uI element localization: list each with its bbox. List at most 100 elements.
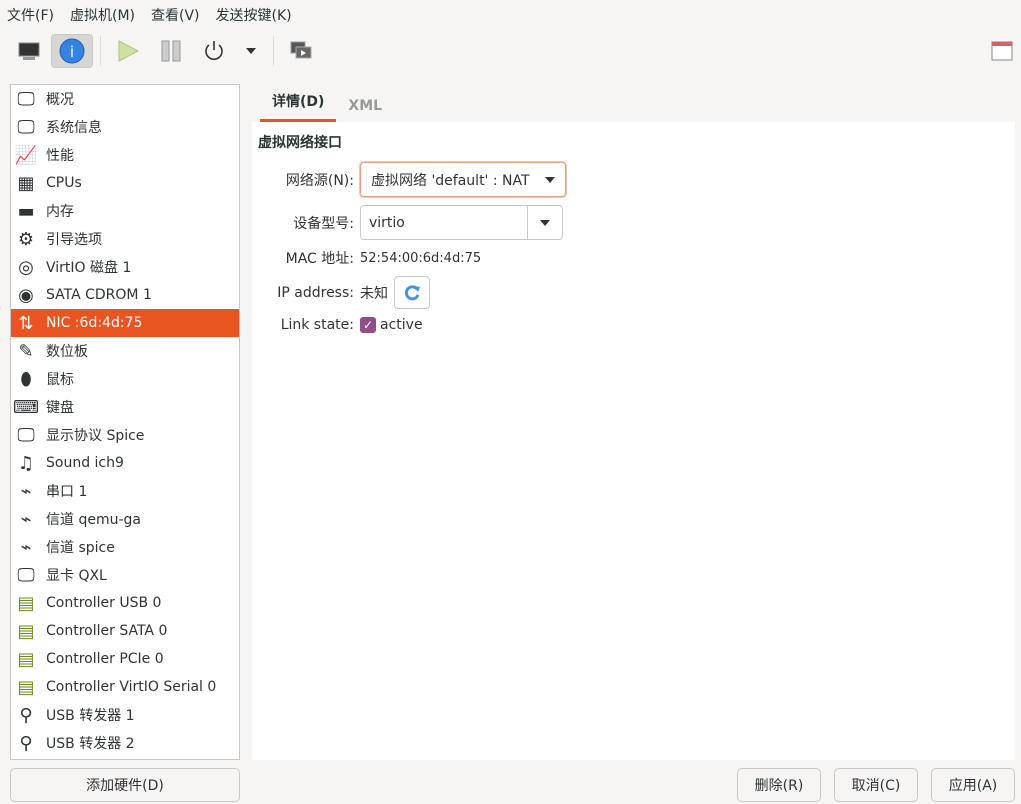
sidebar-item[interactable]: ⇅ NIC :6d:4d:75 — [11, 309, 239, 337]
section-heading: 虚拟网络接口 — [258, 135, 342, 151]
console-button[interactable] — [8, 34, 50, 68]
serial-icon: ⌁ — [20, 480, 32, 502]
sidebar-item-label: USB 转发器 2 — [46, 736, 135, 752]
play-icon — [118, 40, 140, 62]
pause-icon — [161, 40, 181, 62]
sidebar-item-label: 显示协议 Spice — [46, 428, 145, 444]
refresh-icon — [404, 284, 420, 300]
sidebar-item-label: 性能 — [46, 148, 74, 164]
apply-button[interactable]: 应用(A) — [931, 768, 1015, 802]
device-model-label: 设备型号: — [293, 215, 354, 232]
sidebar-item[interactable]: ◉ SATA CDROM 1 — [11, 281, 239, 309]
fullscreen-icon — [991, 41, 1013, 61]
mouse-icon: ⬮ — [20, 368, 32, 390]
sidebar-item-label: Controller SATA 0 — [46, 623, 168, 639]
gears-icon: ⚙ — [17, 228, 35, 250]
sidebar-item-label: Controller VirtIO Serial 0 — [46, 679, 217, 695]
sidebar-item[interactable]: ⌁ 串口 1 — [11, 477, 239, 505]
serial-icon: ⌁ — [20, 536, 32, 558]
sidebar-item[interactable]: ⚲ USB 转发器 2 — [11, 729, 239, 757]
tablet-icon: ✎ — [18, 340, 34, 362]
shutdown-button[interactable] — [193, 34, 235, 68]
sound-icon: ♫ — [17, 452, 35, 474]
sidebar-item[interactable]: ▤ Controller SATA 0 — [11, 617, 239, 645]
usb-icon: ⚲ — [19, 732, 33, 754]
mac-label: MAC 地址: — [285, 251, 354, 267]
controller-icon: ▤ — [17, 648, 35, 670]
link-state-value: active — [380, 317, 423, 333]
network-source-select[interactable]: 虚拟网络 'default' : NAT — [360, 162, 566, 197]
sidebar-item[interactable]: ◎ VirtIO 磁盘 1 — [11, 253, 239, 281]
shutdown-menu-button[interactable] — [236, 34, 266, 68]
sidebar-item[interactable]: ▤ Controller VirtIO Serial 0 — [11, 673, 239, 701]
info-icon: i — [59, 38, 85, 64]
refresh-ip-button[interactable] — [394, 276, 430, 309]
sidebar-item[interactable]: ⌁ 信道 qemu-ga — [11, 505, 239, 533]
sidebar-item-label: 信道 spice — [46, 540, 115, 556]
disk-icon: ◎ — [18, 256, 34, 278]
chevron-down-icon — [246, 48, 256, 54]
sidebar-item[interactable]: 🖵 显示协议 Spice — [11, 421, 239, 449]
menu-file[interactable]: 文件(F) — [7, 5, 54, 25]
sidebar-item[interactable]: ▦ CPUs — [11, 169, 239, 197]
sidebar-item[interactable]: ▤ Controller USB 0 — [11, 589, 239, 617]
mac-value: 52:54:00:6d:4d:75 — [360, 250, 482, 266]
chevron-down-icon — [540, 219, 550, 226]
sidebar-item[interactable]: 🖵 系统信息 — [11, 113, 239, 141]
tab-details[interactable]: 详情(D) — [260, 91, 337, 122]
performance-icon: 📈 — [14, 144, 38, 166]
sidebar-item[interactable]: ⌨ 键盘 — [11, 393, 239, 421]
sidebar-item[interactable]: ♫ Sound ich9 — [11, 449, 239, 477]
serial-icon: ⌁ — [20, 508, 32, 530]
network-icon: ⇅ — [18, 312, 34, 334]
sidebar-item-label: 数位板 — [46, 344, 88, 360]
add-hardware-button[interactable]: 添加硬件(D) — [10, 768, 240, 802]
run-button[interactable] — [107, 34, 149, 68]
device-model-input[interactable]: virtio — [361, 206, 528, 239]
toolbar: i — [0, 30, 1021, 72]
controller-icon: ▤ — [17, 676, 35, 698]
fullscreen-button[interactable] — [991, 40, 1013, 66]
sidebar-item-label: CPUs — [46, 175, 82, 191]
pause-button[interactable] — [150, 34, 192, 68]
sidebar-item-label: 显卡 QXL — [46, 568, 107, 584]
sidebar-item[interactable]: 📈 性能 — [11, 141, 239, 169]
tab-xml[interactable]: XML — [336, 98, 394, 122]
sidebar-item-label: 概况 — [46, 92, 74, 108]
cdrom-icon: ◉ — [18, 284, 34, 306]
menu-sendkey[interactable]: 发送按键(K) — [216, 5, 292, 25]
sidebar-item[interactable]: ▤ Controller PCIe 0 — [11, 645, 239, 673]
sidebar-item[interactable]: ▬ 内存 — [11, 197, 239, 225]
sidebar-item[interactable]: 🖵 概况 — [11, 85, 239, 113]
sidebar-item[interactable]: 🖵 显卡 QXL — [11, 561, 239, 589]
details-button[interactable]: i — [51, 34, 93, 68]
menu-view[interactable]: 查看(V) — [151, 5, 200, 25]
cancel-button[interactable]: 取消(C) — [834, 768, 918, 802]
separator — [273, 36, 274, 66]
snapshots-button[interactable] — [280, 34, 322, 68]
sidebar-item-label: 信道 qemu-ga — [46, 512, 141, 528]
link-state-label: Link state: — [280, 317, 354, 333]
remove-button[interactable]: 删除(R) — [737, 768, 821, 802]
ip-value: 未知 — [360, 285, 388, 302]
sidebar-item[interactable]: ⚲ USB 转发器 1 — [11, 701, 239, 729]
sidebar-item-label: Controller PCIe 0 — [46, 651, 164, 667]
snapshots-icon — [290, 41, 312, 59]
monitor-icon: 🖵 — [17, 424, 35, 446]
controller-icon: ▤ — [17, 592, 35, 614]
menu-vm[interactable]: 虚拟机(M) — [70, 5, 135, 25]
separator — [100, 36, 101, 66]
monitor-icon: 🖵 — [17, 564, 35, 586]
sidebar-item[interactable]: ⌁ 信道 spice — [11, 533, 239, 561]
hardware-list[interactable]: 🖵 概况 🖵 系统信息 📈 性能 ▦ CPUs ▬ 内存 ⚙ 引导选项 ◎ VirtIO 磁盘 1 ◉ SAT… — [10, 84, 240, 760]
link-state-checkbox[interactable]: ✓ — [360, 317, 376, 333]
cpu-icon: ▦ — [17, 172, 35, 194]
sidebar-item-label: Sound ich9 — [46, 455, 124, 471]
usb-icon: ⚲ — [19, 704, 33, 726]
sidebar-item-label: NIC :6d:4d:75 — [46, 315, 143, 331]
sidebar-item[interactable]: ⬮ 鼠标 — [11, 365, 239, 393]
sidebar-item[interactable]: ⚙ 引导选项 — [11, 225, 239, 253]
device-model-dropdown[interactable] — [528, 219, 562, 226]
device-model-combo[interactable]: virtio — [360, 205, 563, 240]
sidebar-item[interactable]: ✎ 数位板 — [11, 337, 239, 365]
